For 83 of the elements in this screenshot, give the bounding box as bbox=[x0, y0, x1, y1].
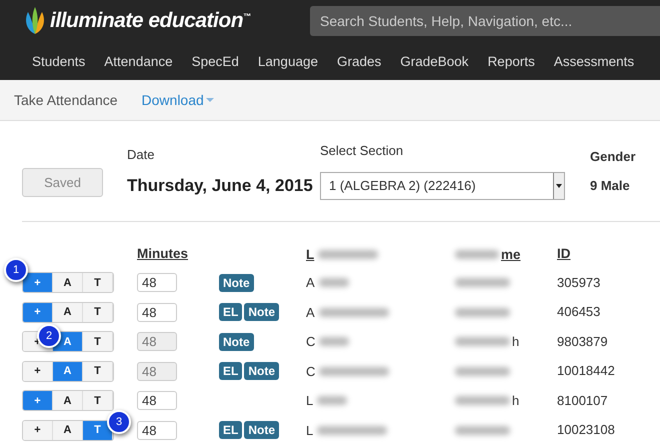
gender-count: 9 Male bbox=[590, 178, 631, 193]
tag-badge[interactable]: Note bbox=[219, 332, 254, 351]
status-toggle[interactable]: + bbox=[23, 391, 53, 410]
table-cell: 305973 bbox=[557, 274, 600, 290]
redaction-blur bbox=[455, 278, 510, 288]
column-header[interactable]: Minutes bbox=[137, 246, 188, 261]
redaction-blur bbox=[317, 396, 348, 406]
column-header[interactable]: me bbox=[501, 246, 521, 262]
status-toggle[interactable]: A bbox=[53, 273, 83, 292]
status-toggle[interactable]: + bbox=[23, 273, 53, 292]
callout-tooltip: 2 bbox=[37, 324, 61, 348]
nav-item[interactable]: Students bbox=[32, 54, 86, 68]
table-cell: 8100107 bbox=[557, 392, 608, 408]
column-header[interactable]: L bbox=[306, 246, 314, 262]
tag-badge[interactable]: Note bbox=[244, 303, 280, 322]
status-toggle[interactable]: A bbox=[53, 362, 83, 381]
section-label: Select Section bbox=[320, 142, 404, 158]
table-cell: A bbox=[306, 304, 315, 320]
tag-badge[interactable]: EL bbox=[219, 362, 242, 380]
nav-item[interactable]: Assessments bbox=[554, 54, 634, 68]
minutes-field[interactable]: 48 bbox=[137, 391, 177, 410]
status-toggle[interactable]: + bbox=[23, 362, 53, 381]
status-toggle[interactable]: T bbox=[83, 302, 113, 322]
callout-tooltip: 1 bbox=[4, 258, 28, 282]
status-toggle[interactable]: T bbox=[83, 332, 113, 352]
search-field[interactable]: Search Students, Help, Navigation, etc... bbox=[310, 6, 660, 36]
status-toggle[interactable]: T bbox=[83, 362, 113, 381]
redaction-blur bbox=[455, 337, 510, 346]
nav-item[interactable]: Reports bbox=[488, 54, 535, 68]
minutes-field[interactable]: 48 bbox=[137, 273, 177, 292]
status-toggle[interactable]: T bbox=[83, 391, 113, 410]
table-cell: C bbox=[306, 334, 316, 350]
status-toggle[interactable]: A bbox=[53, 302, 83, 322]
status-toggle[interactable]: T bbox=[83, 420, 113, 440]
callout-tooltip: 3 bbox=[107, 410, 131, 434]
nav-item[interactable]: Grades bbox=[336, 54, 382, 68]
minutes-field[interactable]: 48 bbox=[137, 420, 177, 440]
column-header[interactable]: ID bbox=[557, 246, 570, 261]
status-toggle[interactable]: A bbox=[53, 391, 83, 410]
table-cell: 10023108 bbox=[557, 422, 615, 438]
nav-item[interactable]: SpecEd bbox=[192, 54, 239, 68]
section-select[interactable]: 1 (ALGEBRA 2) (222416) bbox=[320, 172, 565, 200]
caret-icon bbox=[206, 98, 214, 102]
table-cell: h bbox=[512, 393, 520, 408]
redaction-blur bbox=[455, 396, 510, 406]
table-cell: 10018442 bbox=[557, 363, 615, 378]
redaction-blur bbox=[319, 337, 350, 346]
nav-item[interactable]: Language bbox=[258, 54, 318, 68]
date-label: Date bbox=[127, 146, 156, 162]
nav-item[interactable]: Attendance bbox=[104, 54, 173, 68]
redaction-blur bbox=[455, 250, 499, 258]
redaction-blur bbox=[455, 366, 510, 376]
download-menu[interactable]: Download bbox=[142, 92, 214, 108]
date-text: Thursday, June 4, 2015 bbox=[127, 176, 314, 196]
page-title: Take Attendance bbox=[14, 92, 118, 108]
table-cell: h bbox=[512, 334, 520, 350]
redaction-blur bbox=[318, 278, 349, 288]
status-toggle[interactable]: A bbox=[53, 420, 83, 440]
redaction-blur bbox=[455, 426, 510, 435]
status-toggle[interactable]: T bbox=[83, 273, 113, 292]
gender-label: Gender bbox=[590, 149, 637, 164]
table-cell: 9803879 bbox=[557, 334, 608, 349]
tag-badge[interactable]: Note bbox=[244, 421, 280, 440]
tag-badge[interactable]: Note bbox=[219, 274, 254, 292]
brand-name[interactable]: illuminate education$^{™}$ bbox=[50, 9, 251, 33]
redaction-blur bbox=[318, 250, 378, 258]
status-toggle[interactable]: + bbox=[23, 420, 53, 440]
status-toggle[interactable]: + bbox=[23, 302, 53, 322]
table-cell: C bbox=[306, 364, 316, 379]
table-cell: 406453 bbox=[557, 304, 600, 320]
caret-icon bbox=[556, 184, 562, 188]
tag-badge[interactable]: EL bbox=[219, 303, 242, 322]
redaction-blur bbox=[318, 308, 389, 317]
minutes-field[interactable]: 48 bbox=[137, 302, 177, 322]
redaction-blur bbox=[319, 366, 390, 376]
redaction-blur bbox=[455, 308, 510, 317]
tag-badge[interactable]: EL bbox=[219, 421, 242, 440]
redaction-blur bbox=[317, 426, 388, 435]
table-cell: L bbox=[306, 422, 314, 438]
tag-badge[interactable]: Note bbox=[244, 362, 280, 380]
nav-item[interactable]: GradeBook bbox=[400, 54, 469, 68]
table-cell: A bbox=[306, 275, 315, 290]
table-cell: L bbox=[306, 393, 314, 408]
